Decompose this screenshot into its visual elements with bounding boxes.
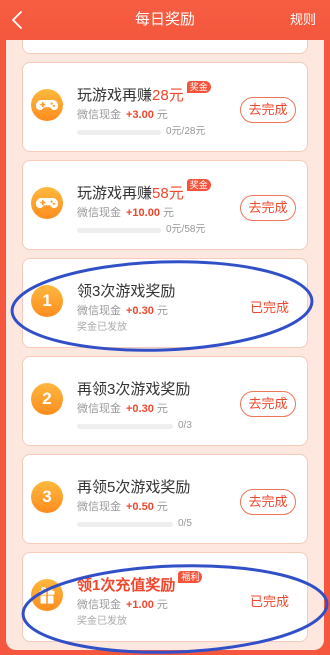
reward-value: +0.30	[126, 403, 154, 415]
task-card: 玩游戏再赚58元 奖金 微信现金 +10.00 元 0元/58元 去完成	[22, 160, 308, 250]
reward-label: 微信现金	[77, 207, 121, 219]
reward-label: 微信现金	[77, 403, 121, 415]
reward-line: 微信现金 +0.30 元	[77, 304, 168, 318]
reward-label: 微信现金	[77, 501, 121, 513]
progress-text: 0/3	[178, 420, 192, 431]
task-card: 2 再领3次游戏奖励 微信现金 +0.30 元 0/3 去完成	[22, 356, 308, 446]
task-title: 玩游戏再赚28元 奖金	[77, 81, 211, 105]
reward-value: +10.00	[126, 207, 160, 219]
go-complete-button[interactable]: 去完成	[240, 195, 296, 221]
reward-unit: 元	[156, 109, 168, 121]
progress-bar	[77, 129, 161, 135]
go-complete-button[interactable]: 去完成	[240, 97, 296, 123]
gamepad-icon	[31, 187, 63, 219]
reward-label: 微信现金	[77, 109, 121, 121]
progress-text: 0元/28元	[166, 126, 206, 137]
go-complete-button[interactable]: 去完成	[240, 489, 296, 515]
reward-unit: 元	[156, 305, 168, 317]
reward-value: +0.50	[126, 501, 154, 513]
task-title-amount: 58元	[152, 185, 184, 202]
task-title: 再领3次游戏奖励	[77, 381, 191, 398]
reward-unit: 元	[156, 599, 168, 611]
step-number-badge: 3	[31, 481, 63, 513]
task-card: 领1次充值奖励 福利 微信现金 +1.00 元 奖金已发放 已完成	[22, 552, 308, 642]
reward-unit: 元	[162, 207, 174, 219]
task-card: 玩游戏再赚28元 奖金 微信现金 +3.00 元 0元/28元 去完成	[22, 62, 308, 152]
reward-line: 微信现金 +3.00 元	[77, 108, 168, 122]
task-title-amount: 28元	[152, 87, 184, 104]
reward-value: +0.30	[126, 305, 154, 317]
reward-line: 微信现金 +1.00 元	[77, 598, 168, 612]
welfare-badge: 福利	[178, 571, 203, 583]
reward-line: 微信现金 +0.30 元	[77, 402, 168, 416]
reward-line: 微信现金 +10.00 元	[77, 206, 174, 220]
task-title: 领3次游戏奖励	[77, 283, 176, 300]
go-complete-button[interactable]: 去完成	[240, 391, 296, 417]
reward-value: +1.00	[126, 599, 154, 611]
reward-unit: 元	[156, 501, 168, 513]
bonus-badge: 奖金	[186, 81, 211, 93]
step-number-badge: 1	[31, 285, 63, 317]
rules-link[interactable]: 规则	[290, 0, 316, 40]
progress-text: 0元/58元	[166, 224, 206, 235]
page-title: 每日奖励	[134, 11, 195, 28]
task-title-text: 玩游戏再赚	[77, 87, 153, 104]
completed-status: 已完成	[250, 594, 290, 609]
gamepad-icon	[31, 89, 63, 121]
progress-bar	[77, 227, 161, 233]
progress-row: 0元/28元	[77, 125, 205, 139]
reward-issued-note: 奖金已发放	[77, 616, 127, 627]
task-card: 3 再领5次游戏奖励 微信现金 +0.50 元 0/5 去完成	[22, 454, 308, 544]
completed-status: 已完成	[250, 300, 290, 315]
progress-row: 0/3	[77, 419, 192, 433]
task-title: 玩游戏再赚58元 奖金	[77, 179, 211, 203]
task-card: 1 领3次游戏奖励 微信现金 +0.30 元 奖金已发放 已完成	[22, 258, 308, 348]
task-list: 玩游戏再赚28元 奖金 微信现金 +3.00 元 0元/28元 去完成 玩游戏再赚58…	[22, 40, 308, 650]
reward-line: 微信现金 +0.50 元	[77, 500, 168, 514]
progress-bar	[77, 521, 173, 527]
progress-bar	[77, 423, 173, 429]
task-title: 再领5次游戏奖励	[77, 479, 191, 496]
reward-value: +3.00	[126, 109, 154, 121]
progress-row: 0/5	[77, 517, 192, 531]
progress-row: 0元/58元	[77, 223, 205, 237]
task-title: 领1次充值奖励 福利	[77, 571, 203, 595]
task-title-text: 领1次充值奖励	[77, 577, 176, 594]
reward-label: 微信现金	[77, 305, 121, 317]
task-card-partial	[22, 40, 308, 54]
task-title-text: 玩游戏再赚	[77, 185, 153, 202]
gift-icon	[31, 579, 63, 611]
reward-issued-note: 奖金已发放	[77, 322, 127, 333]
reward-unit: 元	[156, 403, 168, 415]
step-number-badge: 2	[31, 383, 63, 415]
reward-label: 微信现金	[77, 599, 121, 611]
bonus-badge: 奖金	[186, 179, 211, 191]
top-bar: 每日奖励 规则	[0, 0, 330, 40]
progress-text: 0/5	[178, 518, 192, 529]
